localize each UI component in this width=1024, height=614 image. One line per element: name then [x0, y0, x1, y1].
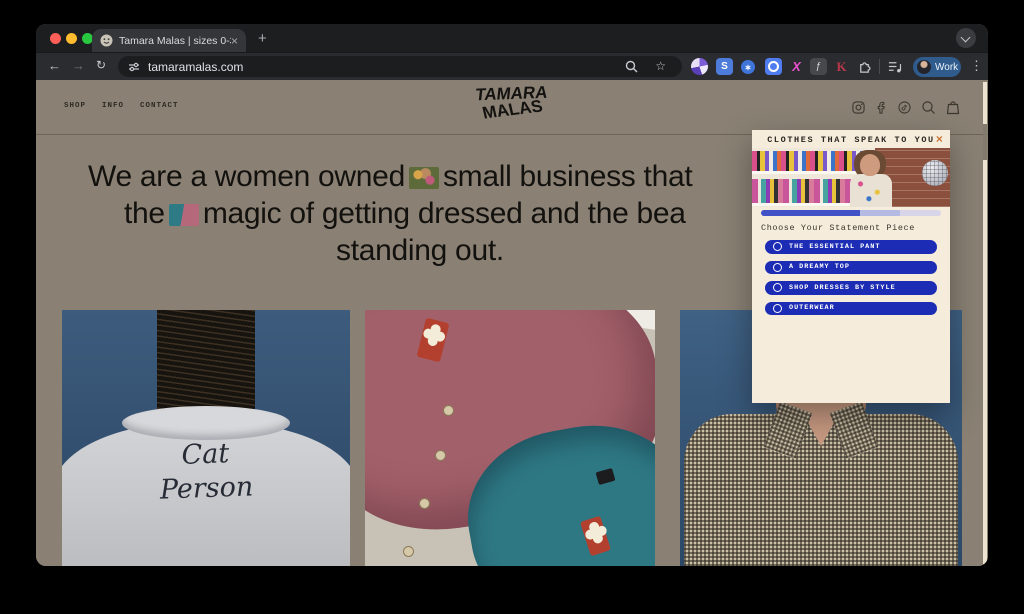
bookmark-star-icon[interactable]: ☆	[655, 59, 666, 73]
browser-tab[interactable]: Tamara Malas | sizes 0-36 ×	[92, 29, 246, 52]
nav-contact-link[interactable]: CONTACT	[140, 102, 179, 110]
desktop-background: Tamara Malas | sizes 0-36 × + ← → ↻ tama…	[0, 0, 1024, 614]
disco-ball	[922, 160, 948, 186]
new-tab-button[interactable]: +	[258, 31, 267, 46]
site-nav: SHOP INFO CONTACT	[64, 102, 195, 110]
cardigan-button	[443, 405, 454, 416]
extension-stripe-icon[interactable]: S	[716, 58, 733, 75]
scrollbar-gap	[983, 124, 987, 160]
product-image-fuzzy-cardigans[interactable]	[365, 310, 655, 566]
profile-chip[interactable]: Work	[913, 57, 961, 77]
address-bar[interactable]: tamaramalas.com ☆	[118, 56, 682, 77]
promo-popup: CLOTHES THAT SPEAK TO YOU ×	[752, 130, 950, 403]
traffic-light-minimize[interactable]	[66, 33, 77, 44]
cardigan-button	[403, 546, 414, 557]
popup-question: Choose Your Statement Piece	[761, 223, 915, 233]
option-essential-pant[interactable]: THE ESSENTIAL PANT	[765, 240, 937, 254]
extension-blue-square-icon[interactable]	[765, 58, 782, 75]
popup-title: CLOTHES THAT SPEAK TO YOU	[752, 135, 950, 145]
hero-inline-photo-1	[409, 167, 439, 189]
extension-blue-circle-icon[interactable]: ∗	[741, 60, 755, 74]
forward-button[interactable]: →	[72, 58, 85, 73]
tab-close-icon[interactable]: ×	[231, 35, 238, 47]
woman-floral-top	[850, 174, 892, 207]
back-button[interactable]: ←	[48, 58, 61, 73]
hero-line-1: We are a women ownedsmall business that	[88, 160, 692, 194]
product-image-cat-person-blouse[interactable]: Cat Person	[62, 310, 350, 566]
page-scrollbar[interactable]	[983, 82, 987, 564]
media-controls-icon[interactable]	[887, 58, 904, 75]
extension-loom-icon[interactable]	[691, 58, 708, 75]
tiktok-icon[interactable]	[898, 101, 911, 114]
progress-segment-filled	[761, 210, 860, 216]
reload-button[interactable]: ↻	[96, 58, 106, 72]
favicon-smiley-icon	[100, 34, 113, 47]
browser-menu-kebab-icon[interactable]: ⋮	[970, 58, 983, 74]
profile-avatar	[917, 60, 931, 74]
option-outerwear[interactable]: OUTERWEAR	[765, 302, 937, 316]
radio-icon	[773, 304, 782, 313]
progress-segment-empty	[900, 210, 941, 216]
cardigan-button	[419, 498, 430, 509]
tab-title: Tamara Malas | sizes 0-36	[119, 35, 231, 47]
nav-info-link[interactable]: INFO	[102, 102, 124, 110]
hero-line-2: themagic of getting dressed and the bea	[124, 197, 686, 231]
chevron-down-icon	[961, 33, 971, 43]
profile-label: Work	[935, 62, 958, 73]
tab-search-chevron-button[interactable]	[956, 28, 976, 48]
extension-k-icon[interactable]: K	[833, 58, 850, 75]
web-page: SHOP INFO CONTACT TAMARA MALAS	[36, 80, 988, 566]
woman-face	[860, 154, 880, 176]
ruffle-collar	[122, 406, 290, 440]
popup-close-icon[interactable]: ×	[936, 133, 943, 147]
popup-photo	[752, 148, 950, 207]
cart-bag-icon[interactable]	[946, 100, 960, 115]
tab-strip: Tamara Malas | sizes 0-36 × +	[36, 24, 988, 52]
option-dresses-by-style[interactable]: SHOP DRESSES BY STYLE	[765, 281, 937, 295]
extension-fx-icon[interactable]: ƒ	[810, 58, 827, 75]
browser-window: Tamara Malas | sizes 0-36 × + ← → ↻ tama…	[36, 24, 988, 566]
hero-line-3: standing out.	[336, 234, 504, 268]
radio-icon	[773, 263, 782, 272]
option-dreamy-top[interactable]: A DREAMY TOP	[765, 261, 937, 275]
facebook-icon[interactable]	[875, 101, 888, 114]
quiz-progress-bar	[761, 210, 941, 216]
toolbar-separator	[879, 59, 880, 74]
nav-shop-link[interactable]: SHOP	[64, 102, 86, 110]
extensions-puzzle-icon[interactable]	[856, 58, 873, 75]
ring-icon	[768, 61, 779, 72]
radio-icon	[773, 242, 782, 251]
hero-inline-photo-2	[169, 204, 199, 226]
cardigan-button	[435, 450, 446, 461]
progress-segment-mid	[860, 210, 900, 216]
instagram-icon[interactable]	[852, 101, 865, 114]
search-icon[interactable]	[921, 100, 936, 115]
site-settings-icon[interactable]	[128, 61, 140, 73]
url-text[interactable]: tamaramalas.com	[148, 60, 243, 74]
cat-person-embroidery: Cat Person	[62, 433, 350, 511]
extension-pink-x-icon[interactable]: X	[788, 58, 805, 75]
zoom-page-icon[interactable]	[625, 60, 638, 73]
traffic-light-close[interactable]	[50, 33, 61, 44]
browser-toolbar: ← → ↻ tamaramalas.com ☆ S ∗	[36, 52, 988, 80]
site-logo[interactable]: TAMARA MALAS	[475, 84, 549, 120]
radio-icon	[773, 283, 782, 292]
